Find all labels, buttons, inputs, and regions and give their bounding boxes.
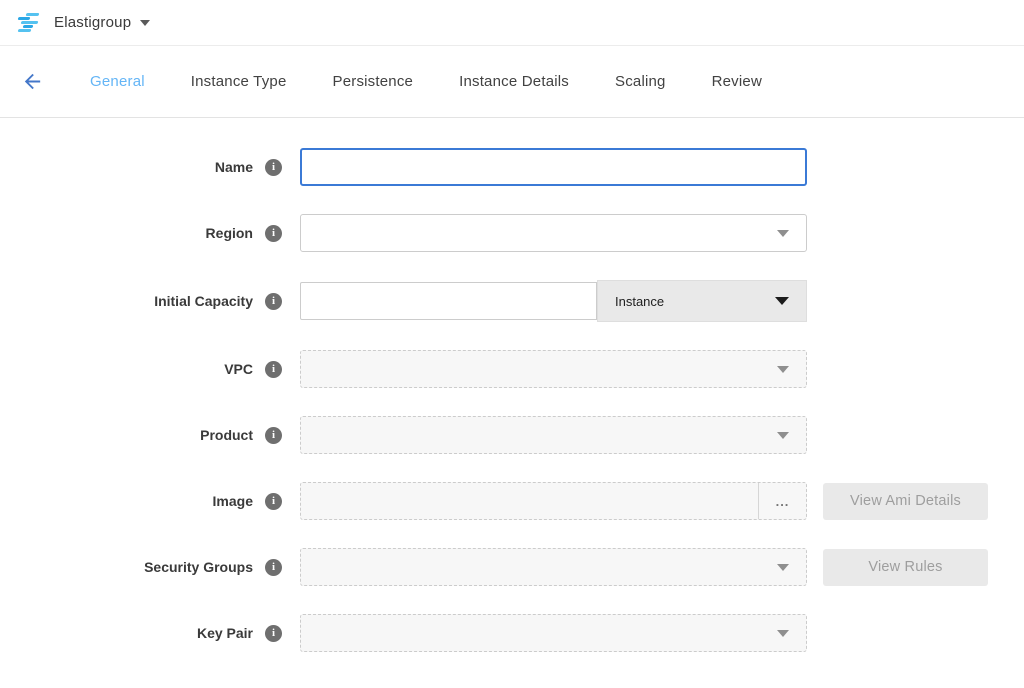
field-row-image: Image ... View Ami Details [0, 482, 1024, 520]
capacity-unit-select[interactable]: Instance [597, 280, 807, 322]
info-icon[interactable] [265, 361, 282, 378]
initial-capacity-label: Initial Capacity [154, 293, 253, 309]
product-label: Product [200, 427, 253, 443]
vpc-label: VPC [224, 361, 253, 377]
info-icon[interactable] [265, 293, 282, 310]
chevron-down-icon [775, 297, 789, 305]
wizard-tab-bar: General Instance Type Persistence Instan… [0, 46, 1024, 118]
chevron-down-icon [777, 230, 789, 237]
field-row-initial-capacity: Initial Capacity Instance [0, 280, 1024, 322]
info-icon[interactable] [265, 159, 282, 176]
app-switcher[interactable]: Elastigroup [16, 12, 150, 33]
view-ami-details-button[interactable]: View Ami Details [823, 483, 988, 520]
field-row-name: Name [0, 148, 1024, 186]
field-row-region: Region [0, 214, 1024, 252]
tab-instance-details[interactable]: Instance Details [457, 69, 571, 94]
region-select[interactable] [300, 214, 807, 252]
back-button[interactable] [18, 68, 46, 96]
tabs: General Instance Type Persistence Instan… [88, 69, 764, 94]
tab-general[interactable]: General [88, 69, 147, 94]
info-icon[interactable] [265, 559, 282, 576]
general-form: Name Region Initial Capacity Instance [0, 118, 1024, 652]
name-label: Name [215, 159, 253, 175]
app-title: Elastigroup [54, 14, 131, 31]
view-rules-button[interactable]: View Rules [823, 549, 988, 586]
tab-instance-type[interactable]: Instance Type [189, 69, 289, 94]
image-input[interactable]: ... [300, 482, 807, 520]
security-groups-select[interactable] [300, 548, 807, 586]
chevron-down-icon [777, 432, 789, 439]
image-label: Image [213, 493, 253, 509]
chevron-down-icon [777, 630, 789, 637]
region-label: Region [206, 225, 253, 241]
field-row-security-groups: Security Groups View Rules [0, 548, 1024, 586]
image-browse-button[interactable]: ... [758, 483, 806, 519]
info-icon[interactable] [265, 625, 282, 642]
field-row-vpc: VPC [0, 350, 1024, 388]
key-pair-select[interactable] [300, 614, 807, 652]
elastigroup-logo-icon [13, 12, 45, 33]
name-input[interactable] [300, 148, 807, 186]
field-row-product: Product [0, 416, 1024, 454]
tab-scaling[interactable]: Scaling [613, 69, 668, 94]
top-bar: Elastigroup [0, 0, 1024, 46]
capacity-unit-value: Instance [615, 294, 664, 309]
tab-persistence[interactable]: Persistence [331, 69, 416, 94]
product-select[interactable] [300, 416, 807, 454]
tab-review[interactable]: Review [710, 69, 764, 94]
initial-capacity-input[interactable] [300, 282, 597, 320]
info-icon[interactable] [265, 427, 282, 444]
key-pair-label: Key Pair [197, 625, 253, 641]
field-row-key-pair: Key Pair [0, 614, 1024, 652]
back-arrow-icon [21, 70, 44, 93]
security-groups-label: Security Groups [144, 559, 253, 575]
info-icon[interactable] [265, 225, 282, 242]
chevron-down-icon [777, 366, 789, 373]
chevron-down-icon [777, 564, 789, 571]
chevron-down-icon [140, 20, 150, 26]
vpc-select[interactable] [300, 350, 807, 388]
info-icon[interactable] [265, 493, 282, 510]
